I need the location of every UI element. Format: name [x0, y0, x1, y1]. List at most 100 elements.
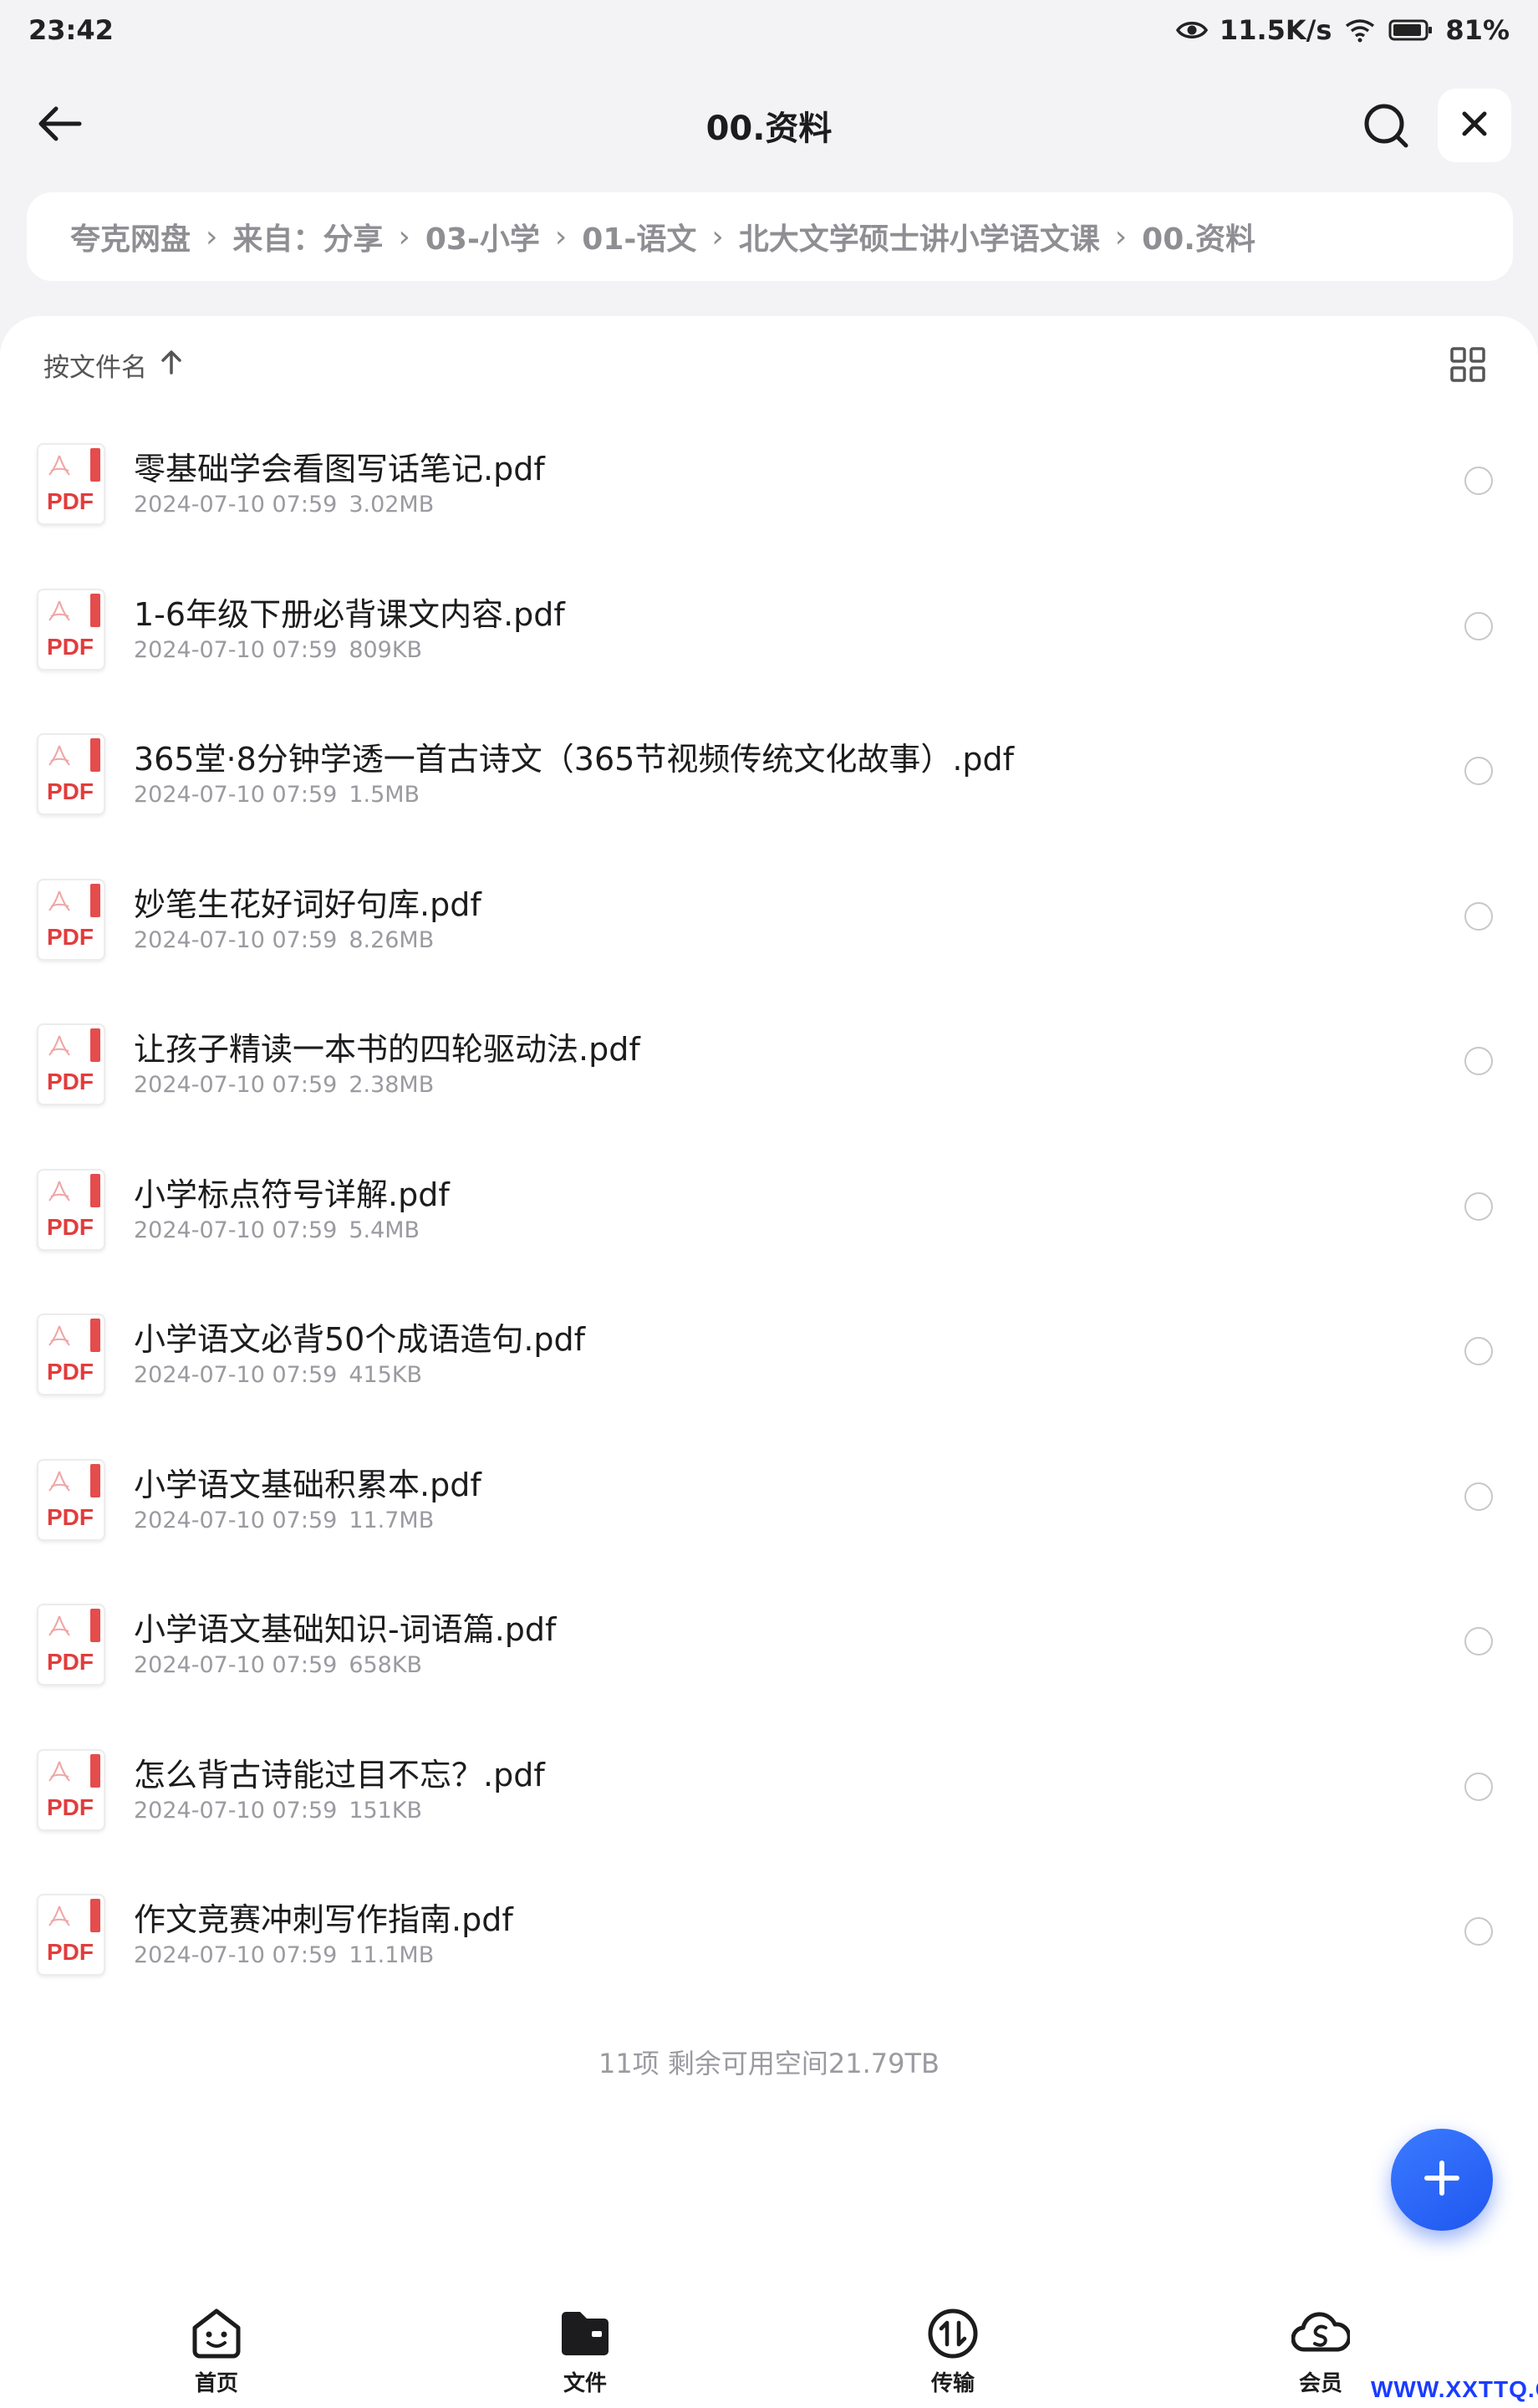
eye-icon: [1175, 19, 1208, 41]
breadcrumb-item[interactable]: 夸克网盘: [70, 215, 191, 258]
breadcrumb-item[interactable]: 来自：分享: [232, 215, 383, 258]
close-icon: [1462, 111, 1487, 140]
file-row[interactable]: PDF 小学语文基础知识-词语篇.pdf 2024-07-10 07:59 658KB: [0, 1569, 1538, 1714]
search-icon: [1362, 102, 1409, 152]
file-meta: 2024-07-10 07:59 415KB: [134, 1362, 422, 1388]
pdf-file-icon: PDF: [37, 1023, 105, 1105]
pdf-tab-mark: [90, 1319, 100, 1352]
nav-label: 会员: [1298, 2371, 1342, 2396]
file-meta: 2024-07-10 07:59 3.02MB: [134, 492, 434, 518]
select-radio[interactable]: [1464, 1191, 1493, 1221]
file-row[interactable]: PDF 小学标点符号详解.pdf 2024-07-10 07:59 5.4MB: [0, 1134, 1538, 1279]
file-name: 怎么背古诗能过目不忘？.pdf: [134, 1756, 545, 1793]
file-size: 3.02MB: [349, 492, 435, 518]
pdf-label: PDF: [47, 1793, 94, 1820]
file-date: 2024-07-10 07:59: [134, 1797, 338, 1824]
select-radio[interactable]: [1464, 1482, 1493, 1511]
file-size: 11.7MB: [349, 1507, 435, 1533]
select-radio[interactable]: [1464, 1627, 1493, 1656]
storage-summary: 11项 剩余可用空间21.79TB: [598, 2048, 940, 2079]
close-button[interactable]: [1438, 89, 1511, 162]
file-row[interactable]: PDF 让孩子精读一本书的四轮驱动法.pdf 2024-07-10 07:59 2.3…: [0, 988, 1538, 1134]
chevron-right-icon: ›: [206, 219, 218, 254]
file-row[interactable]: PDF 1-6年级下册必背课文内容.pdf 2024-07-10 07:59 809K…: [0, 554, 1538, 699]
transfer-icon: [926, 2308, 980, 2363]
select-radio[interactable]: [1464, 901, 1493, 931]
search-button[interactable]: [1354, 95, 1418, 159]
pdf-tab-mark: [90, 1609, 100, 1642]
top-header: 00.资料: [0, 75, 1538, 176]
file-row[interactable]: PDF 零基础学会看图写话笔记.pdf 2024-07-10 07:59 3.02MB: [0, 408, 1538, 554]
file-row[interactable]: PDF 怎么背古诗能过目不忘？.pdf 2024-07-10 07:59 151KB: [0, 1714, 1538, 1860]
pdf-tab-mark: [90, 1173, 100, 1207]
breadcrumb-item[interactable]: 01-语文: [582, 215, 696, 258]
file-meta: 2024-07-10 07:59 11.7MB: [134, 1508, 434, 1533]
acrobat-icon: [48, 890, 70, 911]
file-name: 小学语文基础知识-词语篇.pdf: [134, 1611, 557, 1648]
back-button[interactable]: [30, 99, 89, 152]
file-name: 零基础学会看图写话笔记.pdf: [134, 451, 545, 487]
file-row[interactable]: PDF 妙笔生花好词好句库.pdf 2024-07-10 07:59 8.26MB: [0, 844, 1538, 989]
select-radio[interactable]: [1464, 1047, 1493, 1075]
plus-icon: [1422, 2158, 1462, 2201]
select-radio[interactable]: [1464, 1337, 1493, 1365]
pdf-file-icon: PDF: [37, 588, 105, 671]
file-name: 小学标点符号详解.pdf: [134, 1176, 450, 1213]
file-row[interactable]: PDF 作文竞赛冲刺写作指南.pdf 2024-07-10 07:59 11.1MB: [0, 1859, 1538, 2004]
pdf-label: PDF: [47, 488, 94, 514]
pdf-tab-mark: [90, 593, 100, 627]
file-name: 小学语文必背50个成语造句.pdf: [134, 1321, 586, 1358]
file-meta: 2024-07-10 07:59 2.38MB: [134, 1072, 434, 1098]
select-radio[interactable]: [1464, 757, 1493, 785]
acrobat-icon: [48, 1181, 70, 1201]
home-face-icon: [190, 2308, 243, 2363]
select-radio[interactable]: [1464, 467, 1493, 495]
nav-transfer[interactable]: 传输: [903, 2308, 1003, 2400]
file-row[interactable]: PDF 365堂·8分钟学透一首古诗文（365节视频传统文化故事）.pdf 2024…: [0, 698, 1538, 844]
acrobat-icon: [48, 1615, 70, 1636]
sort-label: 按文件名: [43, 353, 147, 383]
file-date: 2024-07-10 07:59: [134, 1362, 338, 1388]
file-date: 2024-07-10 07:59: [134, 1072, 338, 1098]
pdf-file-icon: PDF: [37, 1314, 105, 1395]
add-button[interactable]: [1391, 2129, 1493, 2231]
file-row[interactable]: PDF 小学语文基础积累本.pdf 2024-07-10 07:59 11.7MB: [0, 1424, 1538, 1569]
grid-view-toggle[interactable]: [1449, 346, 1491, 388]
nav-files[interactable]: 文件: [535, 2308, 635, 2400]
nav-home[interactable]: 首页: [166, 2308, 267, 2400]
pdf-file-icon: PDF: [37, 1894, 105, 1976]
pdf-tab-mark: [90, 883, 100, 917]
breadcrumb-item[interactable]: 03-小学: [425, 215, 540, 258]
breadcrumb-item[interactable]: 北大文学硕士讲小学语文课: [739, 215, 1100, 258]
pdf-label: PDF: [47, 923, 94, 950]
file-date: 2024-07-10 07:59: [134, 636, 338, 663]
pdf-tab-mark: [90, 1753, 100, 1788]
select-radio[interactable]: [1464, 1772, 1493, 1801]
folder-icon: [558, 2308, 612, 2363]
breadcrumb-current: 00.资料: [1142, 222, 1255, 257]
pdf-file-icon: PDF: [37, 1604, 105, 1686]
pdf-file-icon: PDF: [37, 733, 105, 815]
pdf-label: PDF: [47, 1213, 94, 1240]
status-bar: 23:42 11.5K/s 81%: [0, 0, 1538, 60]
file-panel: 按文件名 PDF 零基础学会看图写话笔记.pdf 2024-07-10 07:59 3…: [0, 316, 1538, 2273]
file-row[interactable]: PDF 小学语文必背50个成语造句.pdf 2024-07-10 07:59 415K…: [0, 1278, 1538, 1424]
battery-icon: [1388, 18, 1434, 42]
file-meta: 2024-07-10 07:59 11.1MB: [134, 1942, 434, 1968]
file-size: 8.26MB: [349, 926, 435, 953]
select-radio[interactable]: [1464, 611, 1493, 640]
chevron-right-icon: ›: [398, 219, 410, 254]
file-meta: 2024-07-10 07:59 1.5MB: [134, 782, 420, 808]
file-name: 365堂·8分钟学透一首古诗文（365节视频传统文化故事）.pdf: [134, 741, 1015, 778]
chevron-right-icon: ›: [711, 219, 724, 254]
pdf-file-icon: PDF: [37, 1748, 105, 1831]
pdf-label: PDF: [47, 1649, 94, 1675]
sort-button[interactable]: 按文件名: [43, 346, 182, 384]
select-radio[interactable]: [1464, 1917, 1493, 1946]
pdf-label: PDF: [47, 1069, 94, 1094]
acrobat-icon: [48, 1325, 70, 1346]
pdf-label: PDF: [47, 1939, 94, 1965]
acrobat-icon: [48, 1905, 70, 1926]
acrobat-icon: [48, 455, 70, 476]
nav-member[interactable]: 会员: [1271, 2308, 1371, 2400]
